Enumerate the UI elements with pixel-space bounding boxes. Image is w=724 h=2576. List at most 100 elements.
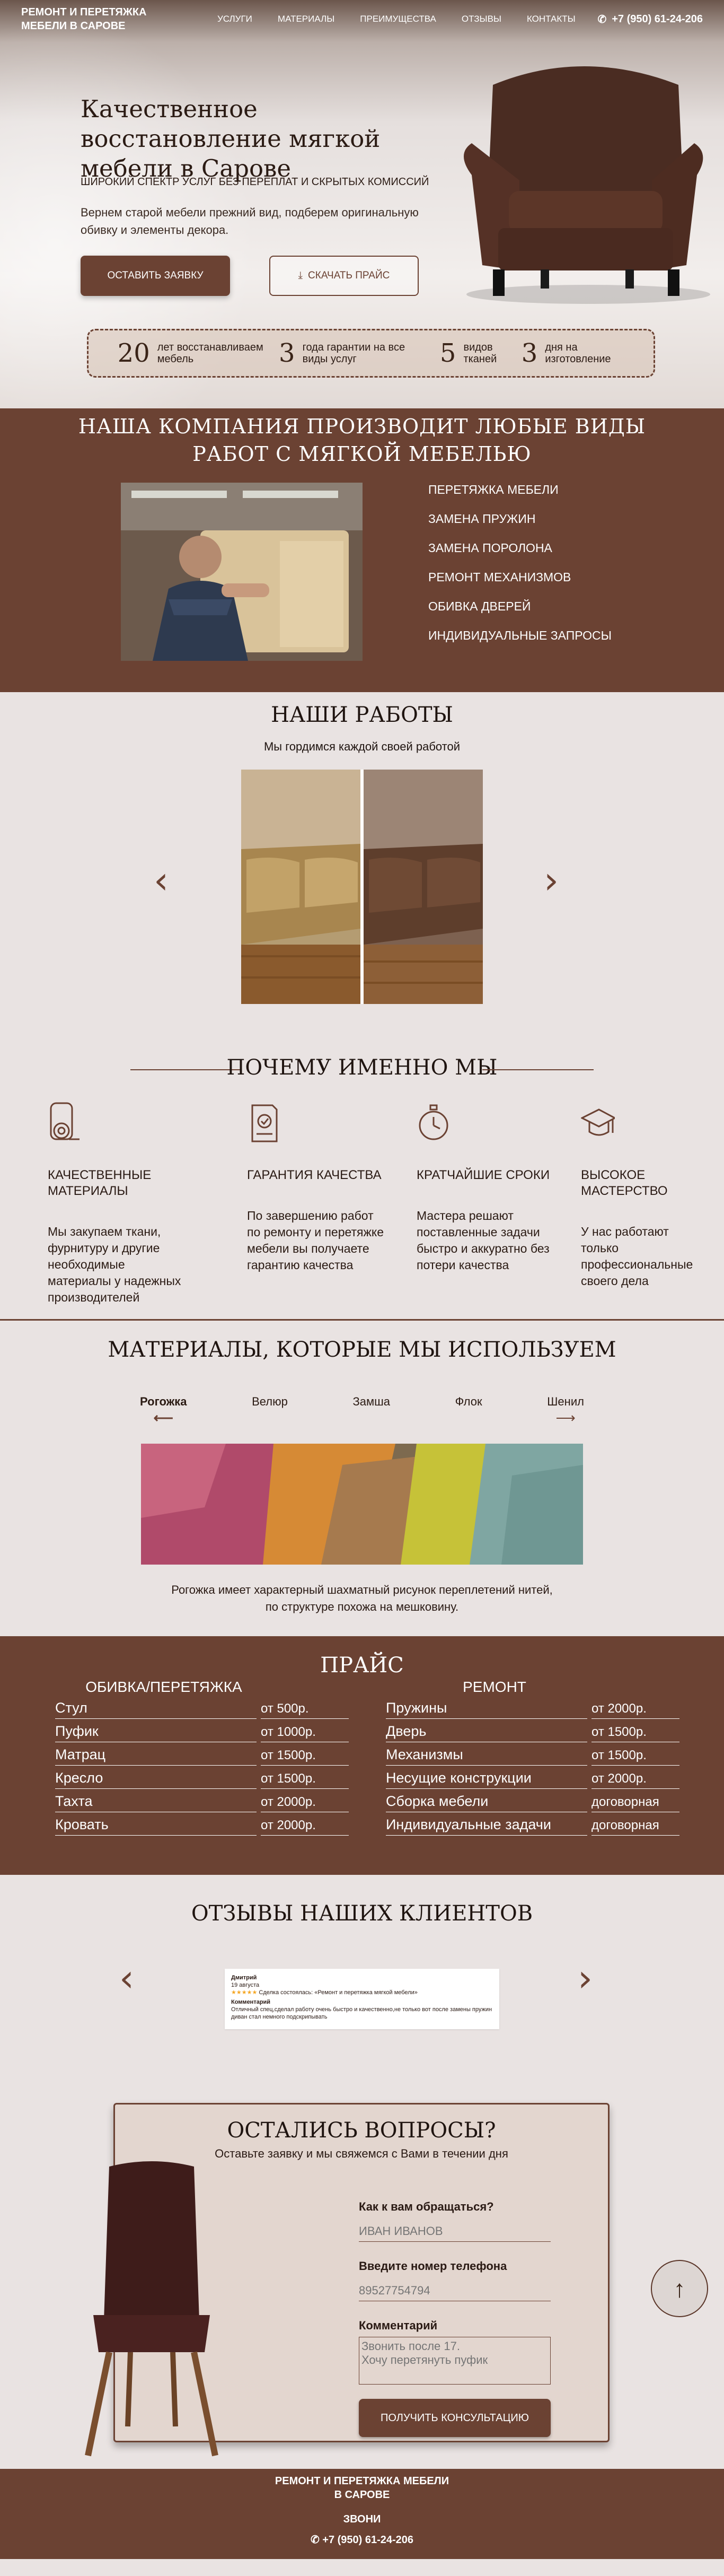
get-consultation-button[interactable]: Получить консультацию bbox=[359, 2399, 551, 2437]
price-item: Несущие конструкции bbox=[386, 1770, 587, 1789]
review-date: 19 августа bbox=[231, 1982, 260, 1988]
price-item: Кровать bbox=[55, 1817, 257, 1836]
works-section: Наши работы Мы гордимся каждой своей раб… bbox=[0, 692, 724, 1055]
price-value: от 1500р. bbox=[261, 1771, 349, 1789]
price-row: Дверь от 1500р. bbox=[386, 1719, 693, 1742]
name-field[interactable] bbox=[359, 2221, 551, 2242]
title-rule-right bbox=[482, 1069, 594, 1070]
why-item-text: По завершению работ по ремонту и перетяж… bbox=[247, 1209, 384, 1272]
fabric-swatches-image bbox=[141, 1444, 583, 1565]
price-title: Прайс bbox=[320, 1653, 404, 1678]
price-value: от 1000р. bbox=[261, 1725, 349, 1742]
reviews-next-arrow[interactable]: › bbox=[578, 1960, 593, 1997]
works-slider bbox=[241, 770, 483, 1004]
after-photo bbox=[364, 770, 483, 1004]
price-value: от 2000р. bbox=[261, 1795, 349, 1812]
why-item-text: Мы закупаем ткани, фурнитуру и другие не… bbox=[48, 1225, 181, 1304]
service-item: Замена поролона bbox=[428, 541, 552, 555]
leave-request-button[interactable]: Оставить заявку bbox=[81, 256, 230, 296]
nav-advantages[interactable]: Преимущества bbox=[360, 14, 436, 24]
tab-suede[interactable]: Замша bbox=[352, 1395, 390, 1426]
price-item: Пуфик bbox=[55, 1723, 257, 1742]
price-value: от 2000р. bbox=[261, 1818, 349, 1836]
reviews-prev-arrow[interactable]: ‹ bbox=[119, 1960, 134, 1997]
price-row: Пуфик от 1000р. bbox=[55, 1719, 363, 1742]
tab-flock[interactable]: Флок bbox=[455, 1395, 482, 1426]
price-row: Механизмы от 1500р. bbox=[386, 1742, 693, 1766]
download-price-button[interactable]: ⤓ Скачать прайс bbox=[269, 256, 419, 296]
price-item: Механизмы bbox=[386, 1747, 587, 1766]
nav-services[interactable]: Услуги bbox=[217, 14, 252, 24]
price-value: договорная bbox=[591, 1818, 679, 1836]
price-row: Матрац от 1500р. bbox=[55, 1742, 363, 1766]
nav-contacts[interactable]: Контакты bbox=[527, 14, 576, 24]
price-item: Сборка мебели bbox=[386, 1793, 587, 1812]
scroll-to-top-button[interactable]: ↑ bbox=[651, 2260, 708, 2317]
stat-days: 3 дня на изготовление bbox=[522, 338, 625, 368]
works-next-arrow[interactable]: › bbox=[544, 862, 559, 899]
stat-number: 5 bbox=[439, 338, 456, 368]
fabric-roll-icon bbox=[50, 1102, 80, 1140]
price-row: Кровать от 2000р. bbox=[55, 1812, 363, 1836]
stopwatch-icon bbox=[419, 1104, 448, 1140]
hero-section: Качественное восстановление мягкой мебел… bbox=[0, 0, 724, 408]
review-summary-line: ★★★★★ Сделка состоялась: «Ремонт и перет… bbox=[231, 1989, 493, 1996]
tab-label: Шенил bbox=[547, 1395, 584, 1408]
service-item: Перетяжка мебели bbox=[428, 483, 559, 496]
comment-field[interactable] bbox=[359, 2337, 551, 2385]
phone-field[interactable] bbox=[359, 2281, 551, 2301]
price-row: Пружины от 2000р. bbox=[386, 1696, 693, 1719]
price-item: Тахта bbox=[55, 1793, 257, 1812]
phone-icon: ✆ bbox=[310, 2534, 320, 2546]
price-value: от 2000р. bbox=[591, 1701, 679, 1719]
price-column-heading: Обивка/перетяжка bbox=[85, 1679, 242, 1695]
name-label: Как к вам обращаться? bbox=[359, 2200, 494, 2213]
price-column-repair: Ремонт Пружины от 2000р. Дверь от 1500р. М… bbox=[386, 1679, 693, 1836]
price-column-heading: Ремонт bbox=[463, 1679, 526, 1695]
price-value: от 1500р. bbox=[591, 1725, 679, 1742]
header-phone[interactable]: ✆ +7 (950) 61-24-206 bbox=[597, 13, 703, 26]
site-logo[interactable]: Ремонт и перетяжка мебели в Сарове bbox=[21, 5, 180, 33]
phone-icon: ✆ bbox=[597, 13, 607, 25]
tab-label: Рогожка bbox=[140, 1395, 187, 1408]
contact-section: Остались вопросы? Оставьте заявку и мы с… bbox=[0, 2103, 724, 2469]
tab-velour[interactable]: Велюр bbox=[252, 1395, 288, 1426]
arrow-right-icon[interactable]: ⟶ bbox=[547, 1410, 584, 1426]
why-item-title: Кратчайшие сроки bbox=[417, 1168, 550, 1182]
hero-title: Качественное восстановление мягкой мебел… bbox=[81, 95, 381, 182]
service-item: Замена пружин bbox=[428, 512, 536, 526]
stat-label: видов тканей bbox=[463, 342, 497, 365]
why-item-title: Гарантия качества bbox=[247, 1168, 382, 1182]
stat-fabrics: 5 видов тканей bbox=[440, 338, 506, 368]
price-value: договорная bbox=[591, 1795, 679, 1812]
why-item-text: У нас работают только профессиональные с… bbox=[581, 1225, 693, 1288]
price-item: Матрац bbox=[55, 1747, 257, 1766]
price-row: Стул от 500р. bbox=[55, 1696, 363, 1719]
tab-chenille[interactable]: Шенил ⟶ bbox=[547, 1395, 584, 1426]
nav-reviews[interactable]: Отзывы bbox=[462, 14, 501, 24]
nav-materials[interactable]: Материалы bbox=[278, 14, 334, 24]
arrow-left-icon[interactable]: ⟵ bbox=[140, 1410, 187, 1426]
footer-phone[interactable]: ✆ +7 (950) 61-24-206 bbox=[0, 2533, 724, 2546]
works-prev-arrow[interactable]: ‹ bbox=[154, 862, 169, 899]
materials-tabs: Рогожка ⟵ Велюр Замша Флок Шенил ⟶ bbox=[140, 1395, 584, 1426]
works-title: Наши работы bbox=[271, 703, 453, 727]
material-description-line: Рогожка имеет характерный шахматный рису… bbox=[171, 1583, 553, 1596]
reviews-title: Отзывы наших клиентов bbox=[191, 1901, 533, 1926]
top-navbar: Ремонт и перетяжка мебели в Сарове Услуг… bbox=[0, 0, 724, 38]
footer-logo[interactable]: Ремонт и перетяжка мебели в Сарове bbox=[275, 2474, 449, 2502]
price-row: Несущие конструкции от 2000р. bbox=[386, 1766, 693, 1789]
tab-rogozhka[interactable]: Рогожка ⟵ bbox=[140, 1395, 187, 1426]
service-item: Индивидуальные запросы bbox=[428, 628, 612, 642]
why-item-text: Мастера решают поставленные задачи быстр… bbox=[417, 1209, 550, 1272]
download-price-label: Скачать прайс bbox=[308, 270, 390, 281]
services-section: Наша компания производит любые виды рабо… bbox=[0, 408, 724, 692]
armchair-image bbox=[464, 66, 710, 304]
price-value: от 2000р. bbox=[591, 1771, 679, 1789]
graduation-cap-icon bbox=[580, 1108, 617, 1136]
why-section: Почему именно мы Качественные материалы … bbox=[0, 1055, 724, 1321]
price-item: Кресло bbox=[55, 1770, 257, 1789]
services-list: Перетяжка мебели Замена пружин Замена по… bbox=[428, 483, 612, 658]
why-item: Кратчайшие сроки Мастера решают поставле… bbox=[417, 1098, 554, 1273]
phone-label: Введите номер телефона bbox=[359, 2259, 507, 2273]
